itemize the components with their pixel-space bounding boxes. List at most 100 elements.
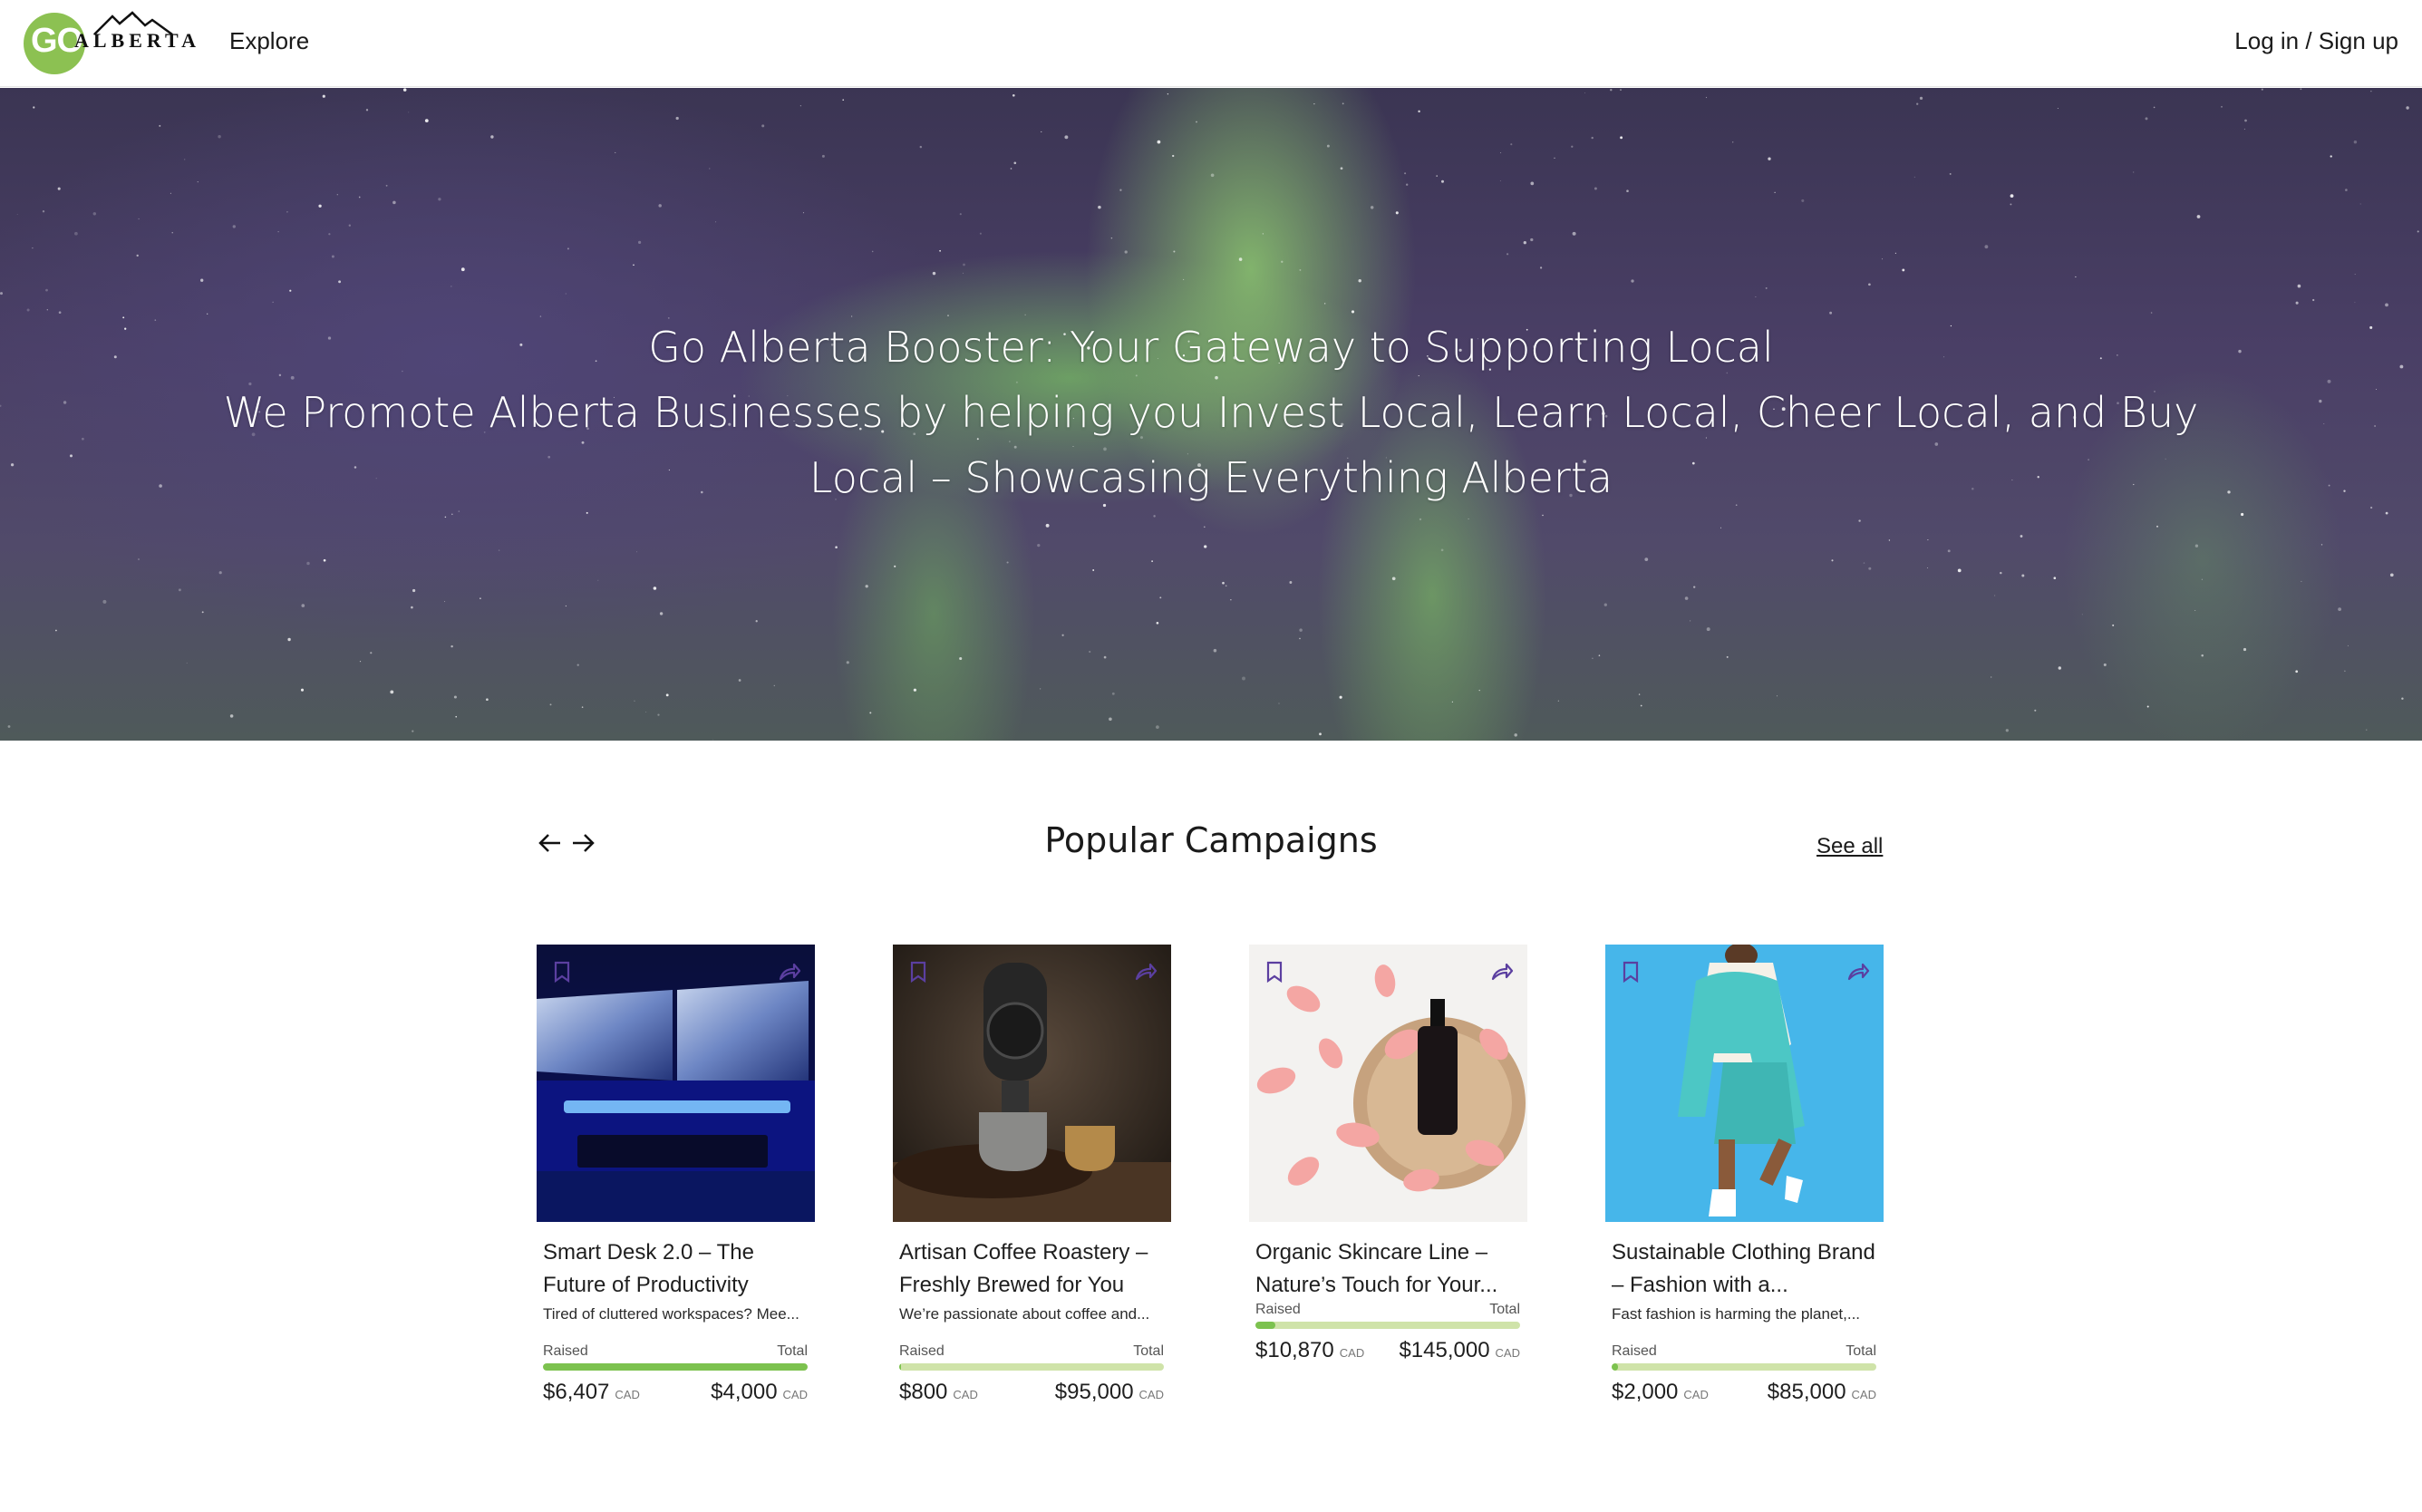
star — [871, 250, 874, 253]
star — [1620, 89, 1622, 91]
star — [2261, 88, 2263, 91]
bookmark-icon[interactable] — [1262, 959, 1287, 984]
star — [1902, 268, 1905, 272]
star — [1006, 561, 1009, 564]
arrow-left-icon[interactable] — [537, 827, 564, 859]
star — [69, 454, 73, 458]
star — [869, 712, 872, 714]
star — [1419, 518, 1422, 521]
share-icon[interactable] — [1846, 959, 1871, 984]
star — [712, 739, 714, 741]
star — [2156, 525, 2158, 528]
raised-label: Raised — [543, 1343, 588, 1359]
star — [1340, 167, 1343, 170]
star — [1726, 655, 1729, 658]
campaign-description: Fast fashion is harming the planet,... — [1612, 1305, 1861, 1323]
star — [2103, 663, 2107, 666]
star — [1732, 141, 1734, 143]
star — [1831, 559, 1834, 562]
star — [1313, 102, 1315, 105]
star — [444, 516, 447, 519]
nav-explore-link[interactable]: Explore — [229, 27, 309, 55]
star — [408, 111, 410, 113]
campaign-title[interactable]: Artisan Coffee Roastery – Freshly Brewed… — [899, 1236, 1164, 1302]
star — [450, 645, 453, 648]
raised-total-labels: Raised Total — [899, 1343, 1164, 1360]
star — [0, 292, 4, 296]
star — [33, 106, 35, 109]
raised-amount: $10,870 CAD — [1255, 1338, 1365, 1362]
campaign-card[interactable]: Sustainable Clothing Brand – Fashion wit… — [1605, 945, 1884, 1405]
star — [1610, 89, 1613, 92]
star — [1640, 704, 1642, 707]
star — [444, 601, 446, 603]
star — [1571, 145, 1574, 148]
star — [581, 706, 584, 708]
campaign-title[interactable]: Organic Skincare Line – Nature’s Touch f… — [1255, 1236, 1520, 1302]
see-all-link[interactable]: See all — [1816, 834, 1883, 859]
campaign-description: Tired of cluttered workspaces? Mee... — [543, 1305, 799, 1323]
total-amount: $4,000 CAD — [711, 1380, 808, 1404]
star — [1013, 161, 1017, 165]
star — [1319, 732, 1322, 736]
total-label: Total — [1133, 1343, 1164, 1359]
campaign-image-desk[interactable] — [537, 945, 815, 1222]
star — [348, 224, 351, 227]
star — [1768, 157, 1771, 160]
bookmark-icon[interactable] — [549, 959, 575, 984]
total-label: Total — [1846, 1343, 1876, 1359]
star — [1440, 548, 1444, 552]
star — [218, 571, 222, 575]
star — [567, 247, 569, 250]
star — [2365, 729, 2368, 732]
star — [74, 231, 78, 236]
star — [2058, 666, 2061, 670]
star — [1262, 233, 1264, 235]
star — [2370, 91, 2372, 92]
star — [200, 278, 204, 282]
share-icon[interactable] — [1133, 959, 1158, 984]
login-signup-link[interactable]: Log in / Sign up — [2234, 27, 2398, 55]
star — [1039, 688, 1041, 690]
campaign-card[interactable]: Organic Skincare Line – Nature’s Touch f… — [1249, 945, 1527, 1363]
star — [1949, 172, 1952, 175]
star — [1151, 560, 1153, 562]
star — [1638, 693, 1641, 695]
raised-label: Raised — [899, 1343, 945, 1359]
arrow-right-icon[interactable] — [569, 827, 596, 859]
star — [138, 218, 140, 220]
campaign-card[interactable]: Artisan Coffee Roastery – Freshly Brewed… — [893, 945, 1171, 1405]
campaign-image-clothing[interactable] — [1605, 945, 1884, 1222]
star — [2010, 194, 2014, 198]
star — [2053, 577, 2057, 580]
star — [2354, 274, 2356, 276]
star — [1557, 700, 1559, 702]
star — [565, 293, 567, 295]
star — [1510, 143, 1513, 146]
go-alberta-logo[interactable]: GO ALBERTA — [24, 11, 196, 74]
campaign-card[interactable]: Smart Desk 2.0 – The Future of Productiv… — [537, 945, 815, 1405]
star — [1542, 514, 1544, 517]
star — [1620, 136, 1623, 140]
star — [2075, 276, 2077, 278]
star — [2005, 729, 2009, 732]
star — [82, 437, 84, 441]
star — [963, 272, 964, 274]
star — [178, 588, 181, 592]
progress-fill — [1255, 1322, 1275, 1329]
campaign-title[interactable]: Smart Desk 2.0 – The Future of Productiv… — [543, 1236, 808, 1302]
star — [1098, 205, 1101, 209]
star — [1693, 586, 1696, 588]
campaign-image-coffee[interactable] — [893, 945, 1171, 1222]
campaign-title[interactable]: Sustainable Clothing Brand – Fashion wit… — [1612, 1236, 1876, 1302]
share-icon[interactable] — [1489, 959, 1515, 984]
campaign-image-skincare[interactable] — [1249, 945, 1527, 1222]
star — [1592, 657, 1594, 660]
star — [171, 232, 173, 234]
bookmark-icon[interactable] — [1618, 959, 1643, 984]
star — [1173, 250, 1176, 253]
share-icon[interactable] — [777, 959, 802, 984]
star — [136, 254, 139, 257]
star — [2021, 574, 2025, 577]
bookmark-icon[interactable] — [906, 959, 931, 984]
